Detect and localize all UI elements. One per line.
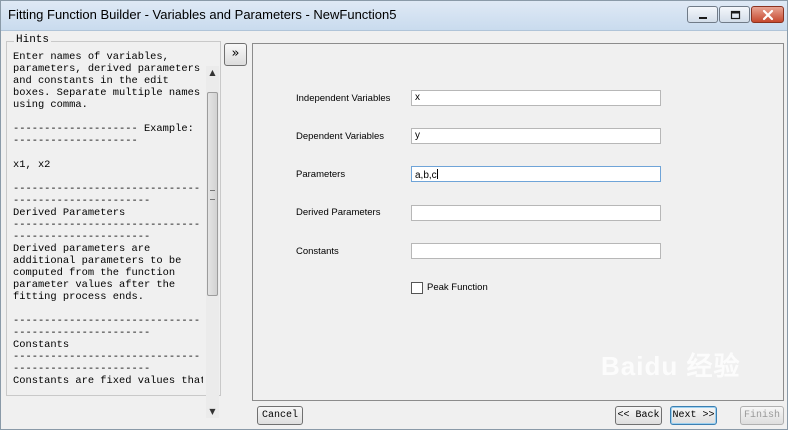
dependent-variables-input[interactable]: y [411, 128, 661, 144]
constants-label: Constants [296, 246, 339, 257]
expand-hints-button[interactable]: » [224, 43, 247, 66]
parameters-value: a,b,c [415, 170, 437, 181]
title-bar: Fitting Function Builder - Variables and… [1, 1, 787, 31]
close-button[interactable] [751, 6, 784, 23]
minimize-icon [699, 17, 707, 19]
scroll-up-icon[interactable]: ▲ [206, 66, 219, 79]
hints-panel: Hints Enter names of variables, paramete… [6, 34, 221, 418]
peak-function-label[interactable]: Peak Function [427, 282, 488, 293]
cancel-button[interactable]: Cancel [257, 406, 303, 425]
finish-button[interactable]: Finish [740, 406, 784, 425]
dialog-window: Fitting Function Builder - Variables and… [0, 0, 788, 430]
constants-input[interactable] [411, 243, 661, 259]
scrollbar-thumb[interactable] [207, 92, 218, 296]
restore-icon [730, 10, 741, 20]
text-caret [436, 169, 438, 179]
hints-scrollbar[interactable]: ▲ ▼ [206, 66, 219, 418]
double-chevron-right-icon: » [231, 46, 240, 61]
window-title: Fitting Function Builder - Variables and… [8, 7, 397, 22]
close-icon [762, 9, 774, 21]
hints-text: Enter names of variables, parameters, de… [13, 51, 203, 387]
independent-variables-input[interactable]: x [411, 90, 661, 106]
baidu-watermark: Baidu 经验 [601, 351, 741, 381]
maximize-button[interactable] [719, 6, 750, 23]
derived-parameters-input[interactable] [411, 205, 661, 221]
independent-variables-label: Independent Variables [296, 93, 391, 104]
scroll-down-icon[interactable]: ▼ [206, 405, 219, 418]
peak-function-checkbox[interactable] [411, 282, 423, 294]
next-button[interactable]: Next >> [670, 406, 717, 425]
parameters-label: Parameters [296, 169, 346, 180]
minimize-button[interactable] [687, 6, 718, 23]
dependent-variables-label: Dependent Variables [296, 131, 385, 142]
back-button[interactable]: << Back [615, 406, 662, 425]
grip-icon [210, 190, 215, 200]
parameters-input[interactable]: a,b,c [411, 166, 661, 182]
derived-parameters-label: Derived Parameters [296, 207, 381, 218]
hints-legend: Hints [14, 34, 52, 46]
